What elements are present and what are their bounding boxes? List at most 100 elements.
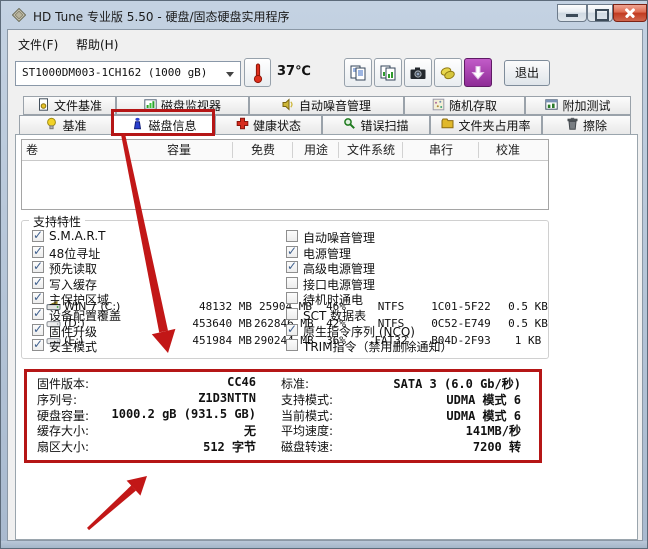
file-benchmark-icon xyxy=(37,98,50,114)
column-header-卷[interactable]: 卷 xyxy=(26,142,127,158)
checkbox-高级电源管理[interactable] xyxy=(286,261,298,273)
hdtune-app-icon xyxy=(12,8,26,22)
column-header-免费[interactable]: 免费 xyxy=(234,142,293,158)
info-value-标准:: SATA 3 (6.0 Gb/秒) xyxy=(393,375,521,392)
checkbox-TRIM指令（禁用删除通知）[interactable] xyxy=(286,339,298,351)
column-header-用途[interactable]: 用途 xyxy=(294,142,339,158)
random-access-icon xyxy=(432,98,445,114)
checkbox-安全模式[interactable] xyxy=(32,339,44,351)
info-label-平均速度:: 平均速度: xyxy=(281,422,333,439)
info-label-标准:: 标准: xyxy=(281,375,309,392)
checkbox-label-高级电源管理[interactable]: 高级电源管理 xyxy=(303,260,375,277)
menu-help[interactable]: 帮助(H) xyxy=(71,34,123,55)
tab-随机存取[interactable]: 随机存取 xyxy=(404,96,525,115)
title-bar[interactable]: HD Tune 专业版 5.50 - 硬盘/固态硬盘实用程序 xyxy=(1,1,648,29)
checkbox-电源管理[interactable] xyxy=(286,246,298,258)
tab-label: 磁盘监视器 xyxy=(161,97,221,114)
camera-icon xyxy=(409,64,427,82)
checkbox-label-固件升级[interactable]: 固件升级 xyxy=(49,323,97,340)
tab-文件夹占用率[interactable]: 文件夹占用率 xyxy=(430,115,542,135)
checkbox-接口电源管理[interactable] xyxy=(286,277,298,289)
close-button[interactable] xyxy=(613,4,647,22)
checkbox-写入缓存[interactable] xyxy=(32,277,44,289)
info-label-缓存大小:: 缓存大小: xyxy=(37,422,89,439)
checkbox-48位寻址[interactable] xyxy=(32,246,44,258)
column-header-串行[interactable]: 串行 xyxy=(404,142,479,158)
temperature-button[interactable] xyxy=(244,58,271,87)
tab-基准[interactable]: 基准 xyxy=(19,115,113,135)
info-value-平均速度:: 141MB/秒 xyxy=(466,422,521,439)
volume-table: 卷容量免费用途文件系统串行校准 WIN 7 (C:)48132 MB25904 … xyxy=(21,139,549,210)
checkbox-SCT 数据表[interactable] xyxy=(286,308,298,320)
copy-text-button[interactable] xyxy=(344,58,372,87)
info-value-支持模式:: UDMA 模式 6 xyxy=(446,391,521,408)
tab-自动噪音管理[interactable]: 自动噪音管理 xyxy=(249,96,404,115)
checkbox-自动噪音管理[interactable] xyxy=(286,230,298,242)
update-button[interactable] xyxy=(464,58,492,87)
window-title: HD Tune 专业版 5.50 - 硬盘/固态硬盘实用程序 xyxy=(33,8,290,25)
tab-label: 自动噪音管理 xyxy=(299,97,371,114)
column-header-容量[interactable]: 容量 xyxy=(126,142,233,158)
checkbox-设备配置覆盖[interactable] xyxy=(32,308,44,320)
checkbox-label-电源管理[interactable]: 电源管理 xyxy=(303,245,351,262)
drive-selector-value: ST1000DM003-1CH162 (1000 gB) xyxy=(22,66,207,79)
donate-button[interactable] xyxy=(434,58,462,87)
tab-label: 文件基准 xyxy=(54,97,102,114)
checkbox-label-TRIM指令（禁用删除通知）[interactable]: TRIM指令（禁用删除通知） xyxy=(303,338,453,355)
temperature-value: 37℃ xyxy=(277,64,311,79)
copy-image-button[interactable] xyxy=(374,58,402,87)
info-value-固件版本:: CC46 xyxy=(227,375,256,389)
checkbox-label-主保护区域[interactable]: 主保护区域 xyxy=(49,291,109,308)
download-arrow-icon xyxy=(470,65,486,81)
checkbox-预先读取[interactable] xyxy=(32,261,44,273)
tab-label: 基准 xyxy=(62,117,86,134)
checkbox-label-原生指令序列 (NCQ)[interactable]: 原生指令序列 (NCQ) xyxy=(303,323,415,340)
checkbox-label-自动噪音管理[interactable]: 自动噪音管理 xyxy=(303,229,375,246)
tab-附加测试[interactable]: 附加测试 xyxy=(525,96,631,115)
chevron-down-icon xyxy=(226,72,234,77)
checkbox-label-设备配置覆盖[interactable]: 设备配置覆盖 xyxy=(49,307,121,324)
tab-label: 健康状态 xyxy=(253,117,301,134)
health-icon xyxy=(236,117,249,133)
checkbox-label-48位寻址[interactable]: 48位寻址 xyxy=(49,245,100,262)
minimize-button[interactable] xyxy=(557,4,587,22)
checkbox-主保护区域[interactable] xyxy=(32,292,44,304)
tab-错误扫描[interactable]: 错误扫描 xyxy=(322,115,430,135)
tab-磁盘监视器[interactable]: 磁盘监视器 xyxy=(116,96,249,115)
tab-label: 错误扫描 xyxy=(360,117,408,134)
checkbox-原生指令序列 (NCQ)[interactable] xyxy=(286,324,298,336)
checkbox-label-安全模式[interactable]: 安全模式 xyxy=(49,338,97,355)
screenshot-button[interactable] xyxy=(404,58,432,87)
column-header-文件系统[interactable]: 文件系统 xyxy=(340,142,403,158)
info-label-序列号:: 序列号: xyxy=(37,391,77,408)
tab-label: 随机存取 xyxy=(449,97,497,114)
column-header-校准[interactable]: 校准 xyxy=(480,142,536,158)
info-label-磁盘转速:: 磁盘转速: xyxy=(281,438,333,455)
checkbox-label-待机时通电[interactable]: 待机时通电 xyxy=(303,291,363,308)
tab-健康状态[interactable]: 健康状态 xyxy=(215,115,322,135)
drive-selector[interactable]: ST1000DM003-1CH162 (1000 gB) xyxy=(15,61,241,86)
tab-文件基准[interactable]: 文件基准 xyxy=(23,96,116,115)
checkbox-固件升级[interactable] xyxy=(32,324,44,336)
checkbox-待机时通电[interactable] xyxy=(286,292,298,304)
tab-磁盘信息[interactable]: 磁盘信息 xyxy=(113,115,215,135)
coins-icon xyxy=(439,64,457,82)
checkbox-S.M.A.R.T[interactable] xyxy=(32,230,44,242)
checkbox-label-写入缓存[interactable]: 写入缓存 xyxy=(49,276,97,293)
tab-擦除[interactable]: 擦除 xyxy=(542,115,631,135)
extra-tests-icon xyxy=(545,98,558,114)
exit-button[interactable]: 退出 xyxy=(504,60,550,86)
erase-icon xyxy=(566,117,579,133)
checkbox-label-预先读取[interactable]: 预先读取 xyxy=(49,260,97,277)
checkbox-label-接口电源管理[interactable]: 接口电源管理 xyxy=(303,276,375,293)
menu-file[interactable]: 文件(F) xyxy=(13,34,63,55)
maximize-button[interactable] xyxy=(587,4,613,22)
copy-text-icon xyxy=(349,64,367,82)
benchmark-icon xyxy=(45,117,58,133)
checkbox-label-SCT 数据表[interactable]: SCT 数据表 xyxy=(303,307,366,324)
checkbox-label-S.M.A.R.T[interactable]: S.M.A.R.T xyxy=(49,229,105,243)
info-label-固件版本:: 固件版本: xyxy=(37,375,89,392)
info-label-当前模式:: 当前模式: xyxy=(281,407,333,424)
info-label-支持模式:: 支持模式: xyxy=(281,391,333,408)
thermometer-icon xyxy=(252,62,264,84)
